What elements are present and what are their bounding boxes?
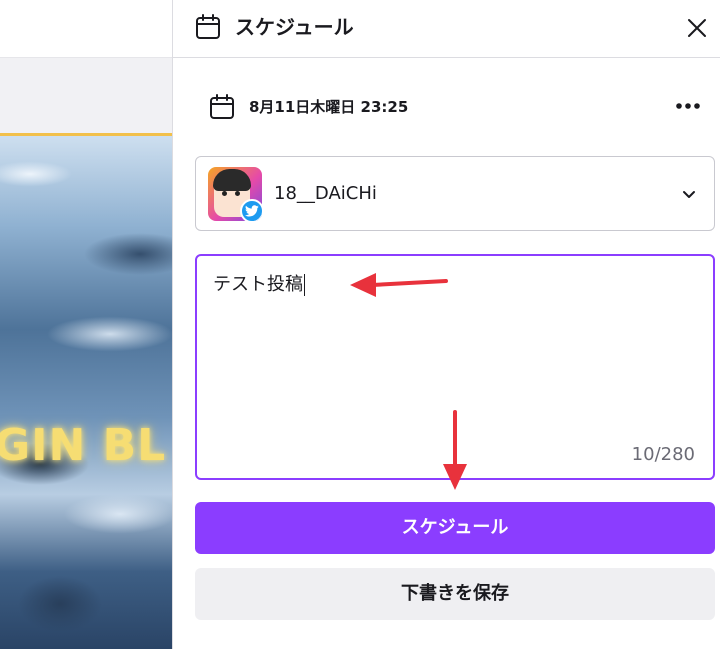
editor-area: GIN BL bbox=[0, 0, 172, 649]
avatar-hair bbox=[213, 169, 251, 191]
avatar bbox=[208, 167, 262, 221]
schedule-datetime[interactable]: 8月11日木曜日 23:25 bbox=[249, 97, 408, 117]
design-canvas-preview[interactable]: GIN BL bbox=[0, 134, 172, 649]
editor-topbar bbox=[0, 0, 172, 58]
panel-header: スケジュール bbox=[173, 0, 720, 58]
avatar-eye bbox=[235, 191, 240, 196]
schedule-panel: スケジュール 8月11日木曜日 23:25 18__DAiCHi テスト投稿 1… bbox=[172, 0, 720, 649]
more-dots-icon[interactable] bbox=[673, 96, 703, 116]
account-name: 18__DAiCHi bbox=[274, 183, 377, 204]
canvas-title-text: GIN BL bbox=[0, 420, 167, 471]
save-draft-button[interactable]: 下書きを保存 bbox=[195, 568, 715, 620]
close-icon[interactable] bbox=[683, 14, 711, 42]
post-text-content: テスト投稿 bbox=[213, 273, 305, 297]
character-counter: 10/280 bbox=[631, 444, 695, 465]
app-root: GIN BL スケジュール 8月11日木曜日 23:25 18__DAiCHi … bbox=[0, 0, 720, 649]
panel-title: スケジュール bbox=[235, 15, 354, 39]
editor-toolbar bbox=[0, 58, 172, 134]
calendar-icon[interactable] bbox=[209, 94, 235, 120]
twitter-icon bbox=[240, 199, 262, 221]
post-textarea[interactable]: テスト投稿 10/280 bbox=[195, 254, 715, 480]
calendar-icon bbox=[196, 14, 220, 39]
account-selector[interactable]: 18__DAiCHi bbox=[195, 156, 715, 231]
text-cursor bbox=[304, 274, 305, 296]
post-text-value: テスト投稿 bbox=[213, 274, 303, 295]
chevron-down-icon bbox=[683, 191, 695, 198]
schedule-button[interactable]: スケジュール bbox=[195, 502, 715, 554]
canvas-selection-border bbox=[0, 133, 172, 136]
avatar-eye bbox=[222, 191, 227, 196]
